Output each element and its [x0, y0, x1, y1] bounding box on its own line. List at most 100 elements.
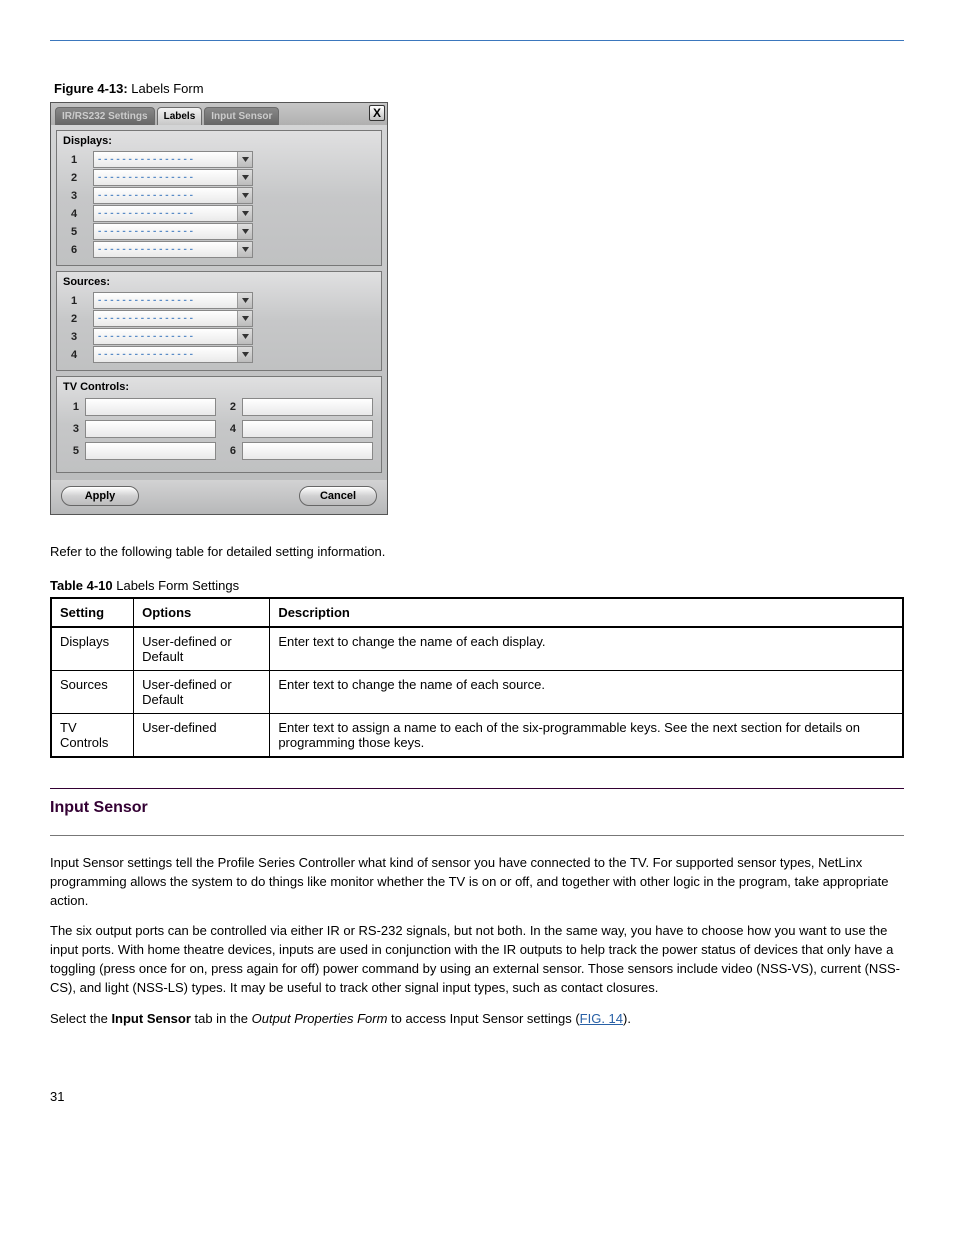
chevron-down-icon[interactable] — [237, 224, 252, 239]
chevron-down-icon[interactable] — [237, 170, 252, 185]
tvcontrol-num: 6 — [222, 445, 236, 457]
table-caption-label: Table 4-10 — [50, 578, 113, 593]
display-row-num: 2 — [61, 172, 87, 184]
tvcontrol-num: 4 — [222, 423, 236, 435]
figure-caption: Figure 4-13: Labels Form — [54, 81, 904, 96]
combo-placeholder: - - - - - - - - - - - - - - - - — [98, 313, 193, 324]
td: Enter text to assign a name to each of t… — [270, 713, 903, 757]
text-italic: Output Properties Form — [252, 1011, 388, 1026]
tvcontrol-num: 2 — [222, 401, 236, 413]
tvcontrols-group: TV Controls: 1 2 3 4 5 6 — [56, 376, 382, 473]
tvcontrols-label: TV Controls: — [61, 379, 377, 396]
th-setting: Setting — [51, 598, 134, 627]
dialog-body: Displays: 1 - - - - - - - - - - - - - - -… — [51, 125, 387, 480]
combo-placeholder: - - - - - - - - - - - - - - - - — [98, 226, 193, 237]
tab-ir-rs232[interactable]: IR/RS232 Settings — [55, 107, 155, 125]
tvcontrol-6-input[interactable] — [242, 442, 373, 460]
section-heading-input-sensor: Input Sensor — [50, 799, 904, 817]
apply-button[interactable]: Apply — [61, 486, 139, 506]
source-row-num: 2 — [61, 313, 87, 325]
tvcontrol-4-input[interactable] — [242, 420, 373, 438]
body-para-1: Input Sensor settings tell the Profile S… — [50, 854, 904, 911]
cancel-button[interactable]: Cancel — [299, 486, 377, 506]
source-row-num: 1 — [61, 295, 87, 307]
chevron-down-icon[interactable] — [237, 329, 252, 344]
display-row-num: 4 — [61, 208, 87, 220]
td: Enter text to change the name of each di… — [270, 627, 903, 671]
display-6-combo[interactable]: - - - - - - - - - - - - - - - - — [93, 241, 253, 258]
body-para-2: The six output ports can be controlled v… — [50, 922, 904, 997]
chevron-down-icon[interactable] — [237, 152, 252, 167]
tvcontrol-1-input[interactable] — [85, 398, 216, 416]
section-rule-bottom — [50, 835, 904, 836]
table-caption: Table 4-10 Labels Form Settings — [50, 578, 904, 593]
table-row: Displays User-defined or Default Enter t… — [51, 627, 903, 671]
td: Displays — [51, 627, 134, 671]
combo-placeholder: - - - - - - - - - - - - - - - - — [98, 154, 193, 165]
see-figure-para: Select the Input Sensor tab in the Outpu… — [50, 1010, 904, 1029]
figure-link[interactable]: FIG. 14 — [580, 1011, 623, 1026]
table-row: TV Controls User-defined Enter text to a… — [51, 713, 903, 757]
figure-caption-text: Labels Form — [128, 81, 204, 96]
td: Sources — [51, 670, 134, 713]
chevron-down-icon[interactable] — [237, 206, 252, 221]
chevron-down-icon[interactable] — [237, 347, 252, 362]
display-row-num: 5 — [61, 226, 87, 238]
display-row-num: 6 — [61, 244, 87, 256]
sources-label: Sources: — [61, 274, 377, 291]
displays-group: Displays: 1 - - - - - - - - - - - - - - -… — [56, 130, 382, 266]
text: ). — [623, 1011, 631, 1026]
tvcontrol-num: 3 — [65, 423, 79, 435]
header-rule — [50, 40, 904, 41]
display-3-combo[interactable]: - - - - - - - - - - - - - - - - — [93, 187, 253, 204]
labels-settings-table: Setting Options Description Displays Use… — [50, 597, 904, 758]
th-options: Options — [134, 598, 270, 627]
page-number: 31 — [50, 1089, 904, 1104]
source-row-num: 3 — [61, 331, 87, 343]
tvcontrol-3-input[interactable] — [85, 420, 216, 438]
text: to access Input Sensor settings ( — [387, 1011, 579, 1026]
th-description: Description — [270, 598, 903, 627]
below-figure-para: Refer to the following table for detaile… — [50, 543, 904, 562]
td: Enter text to change the name of each so… — [270, 670, 903, 713]
tvcontrol-5-input[interactable] — [85, 442, 216, 460]
figure-caption-label: Figure 4-13: — [54, 81, 128, 96]
combo-placeholder: - - - - - - - - - - - - - - - - — [98, 331, 193, 342]
combo-placeholder: - - - - - - - - - - - - - - - - — [98, 244, 193, 255]
tvcontrol-num: 5 — [65, 445, 79, 457]
close-icon[interactable]: X — [369, 105, 385, 121]
section-rule-top — [50, 788, 904, 789]
display-4-combo[interactable]: - - - - - - - - - - - - - - - - — [93, 205, 253, 222]
text: tab in the — [191, 1011, 252, 1026]
dialog-button-row: Apply Cancel — [51, 480, 387, 514]
display-5-combo[interactable]: - - - - - - - - - - - - - - - - — [93, 223, 253, 240]
chevron-down-icon[interactable] — [237, 242, 252, 257]
tab-bar: IR/RS232 Settings Labels Input Sensor — [51, 103, 387, 125]
source-4-combo[interactable]: - - - - - - - - - - - - - - - - — [93, 346, 253, 363]
combo-placeholder: - - - - - - - - - - - - - - - - — [98, 208, 193, 219]
td: User-defined or Default — [134, 627, 270, 671]
chevron-down-icon[interactable] — [237, 293, 252, 308]
source-row-num: 4 — [61, 349, 87, 361]
source-2-combo[interactable]: - - - - - - - - - - - - - - - - — [93, 310, 253, 327]
combo-placeholder: - - - - - - - - - - - - - - - - — [98, 295, 193, 306]
combo-placeholder: - - - - - - - - - - - - - - - - — [98, 190, 193, 201]
td: User-defined — [134, 713, 270, 757]
td: User-defined or Default — [134, 670, 270, 713]
display-2-combo[interactable]: - - - - - - - - - - - - - - - - — [93, 169, 253, 186]
tab-input-sensor[interactable]: Input Sensor — [204, 107, 279, 125]
display-row-num: 1 — [61, 154, 87, 166]
source-3-combo[interactable]: - - - - - - - - - - - - - - - - — [93, 328, 253, 345]
source-1-combo[interactable]: - - - - - - - - - - - - - - - - — [93, 292, 253, 309]
table-caption-text: Labels Form Settings — [113, 578, 239, 593]
displays-label: Displays: — [61, 133, 377, 150]
chevron-down-icon[interactable] — [237, 188, 252, 203]
text: Select the — [50, 1011, 111, 1026]
tvcontrol-2-input[interactable] — [242, 398, 373, 416]
display-1-combo[interactable]: - - - - - - - - - - - - - - - - — [93, 151, 253, 168]
display-row-num: 3 — [61, 190, 87, 202]
tab-labels[interactable]: Labels — [157, 107, 203, 125]
td: TV Controls — [51, 713, 134, 757]
combo-placeholder: - - - - - - - - - - - - - - - - — [98, 172, 193, 183]
chevron-down-icon[interactable] — [237, 311, 252, 326]
